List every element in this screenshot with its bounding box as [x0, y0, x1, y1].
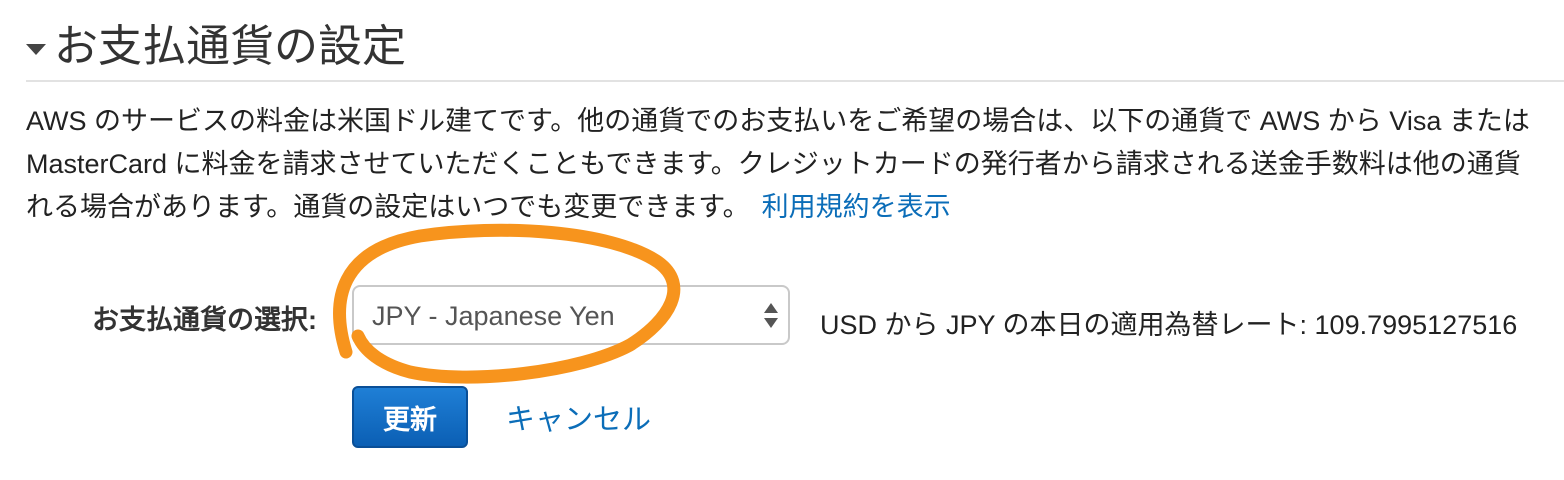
- currency-select-label: お支払通貨の選択:: [92, 305, 317, 335]
- payment-currency-settings-page: お支払通貨の設定 AWS のサービスの料金は米国ドル建てです。他の通貨でのお支払…: [0, 0, 1564, 480]
- description: AWS のサービスの料金は米国ドル建てです。他の通貨でのお支払いをご希望の場合は…: [26, 100, 1564, 229]
- section-title: お支払通貨の設定: [54, 22, 406, 71]
- section-header[interactable]: お支払通貨の設定: [26, 14, 406, 80]
- exchange-rate-text: USD から JPY の本日の適用為替レート: 109.7995127516: [820, 310, 1518, 340]
- view-terms-link[interactable]: 利用規約を表示: [762, 192, 951, 222]
- description-line: れる場合があります。通貨の設定はいつでも変更できます。 利用規約を表示: [26, 186, 1564, 229]
- description-line: AWS のサービスの料金は米国ドル建てです。他の通貨でのお支払いをご希望の場合は…: [26, 106, 1530, 136]
- update-button[interactable]: 更新: [352, 386, 468, 448]
- select-arrows-icon: [764, 303, 778, 329]
- currency-select[interactable]: JPY - Japanese Yen: [352, 285, 790, 345]
- divider: [26, 80, 1564, 82]
- cancel-link[interactable]: キャンセル: [506, 396, 651, 438]
- description-line: MasterCard に料金を請求させていただくこともできます。クレジットカード…: [26, 149, 1521, 179]
- description-text: れる場合があります。通貨の設定はいつでも変更できます。: [26, 192, 750, 222]
- currency-select-value: JPY - Japanese Yen: [372, 301, 615, 331]
- caret-down-icon[interactable]: [26, 43, 46, 55]
